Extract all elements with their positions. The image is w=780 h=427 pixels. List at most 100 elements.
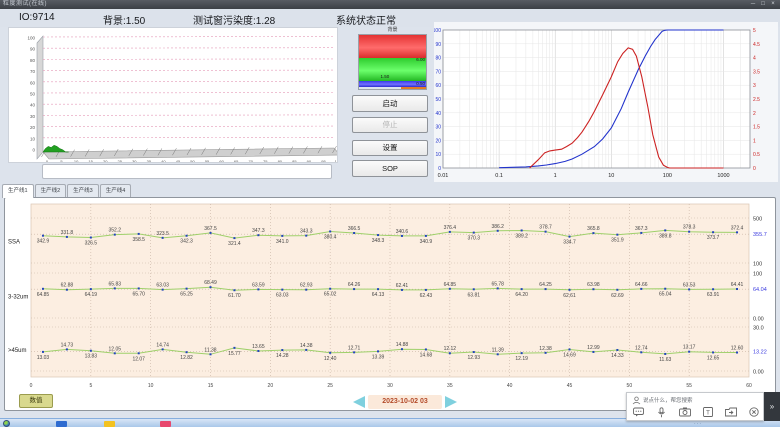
svg-text:64.20: 64.20 — [515, 292, 528, 298]
trend-right-axis-2: 30.00.0013.22 — [753, 326, 767, 376]
system-tray[interactable]: ··· — [694, 421, 702, 427]
svg-text:63.98: 63.98 — [587, 282, 600, 288]
svg-text:376.4: 376.4 — [444, 225, 457, 231]
svg-text:0: 0 — [30, 383, 33, 389]
stop-button[interactable]: 停止 — [352, 117, 428, 133]
toolbar-expand-handle[interactable]: » — [764, 392, 780, 421]
svg-text:3.5: 3.5 — [753, 69, 760, 75]
svg-text:12.12: 12.12 — [444, 346, 457, 352]
svg-text:90: 90 — [30, 47, 36, 52]
svg-text:13.39: 13.39 — [372, 354, 385, 360]
gauge-current-value: 1.50 — [380, 74, 389, 79]
gauge-lower-limit: 0.50 — [416, 81, 425, 86]
svg-text:64.85: 64.85 — [37, 292, 50, 298]
sop-button[interactable]: SOP — [352, 160, 428, 177]
taskbar-app-blue[interactable] — [56, 421, 67, 427]
svg-text:75: 75 — [263, 159, 268, 163]
svg-text:61.70: 61.70 — [228, 293, 241, 299]
svg-text:80: 80 — [278, 159, 283, 163]
svg-text:386.2: 386.2 — [491, 224, 504, 230]
svg-text:20: 20 — [103, 159, 108, 163]
screenshot-icon[interactable] — [678, 406, 691, 418]
svg-text:65.83: 65.83 — [109, 281, 122, 287]
svg-text:13.83: 13.83 — [85, 354, 98, 360]
svg-text:40: 40 — [435, 111, 441, 117]
start-button-orb[interactable] — [3, 420, 10, 427]
settings-button[interactable]: 设置 — [352, 140, 428, 156]
minimize-button[interactable]: ─ — [748, 0, 758, 9]
svg-text:50: 50 — [627, 383, 633, 389]
taskbar-app-yellow[interactable] — [104, 421, 115, 427]
svg-text:12.05: 12.05 — [109, 346, 122, 352]
svg-text:62.61: 62.61 — [563, 293, 576, 299]
svg-text:12.07: 12.07 — [132, 356, 145, 362]
svg-text:65.04: 65.04 — [659, 292, 672, 298]
svg-text:10: 10 — [74, 159, 79, 163]
tab-production-line-3[interactable]: 生产线3 — [67, 184, 99, 197]
svg-text:343.3: 343.3 — [300, 229, 313, 235]
svg-text:12.38: 12.38 — [539, 346, 552, 352]
application-window: 粒度测试(在线) ─□× IO:9714 背景:1.50 测试窗污染度:1.28… — [0, 0, 780, 427]
progress-strip — [42, 164, 332, 179]
svg-text:334.7: 334.7 — [563, 240, 576, 246]
previous-date-arrow[interactable] — [353, 396, 365, 408]
start-button[interactable]: 启动 — [352, 95, 428, 112]
svg-text:3-32um: 3-32um — [8, 295, 28, 301]
tab-production-line-2[interactable]: 生产线2 — [35, 184, 67, 197]
svg-text:90: 90 — [435, 42, 441, 48]
svg-text:60: 60 — [219, 159, 224, 163]
svg-text:365.8: 365.8 — [587, 226, 600, 232]
svg-text:500: 500 — [753, 217, 762, 223]
svg-text:0.1: 0.1 — [495, 173, 503, 179]
assistant-icon — [632, 396, 641, 405]
svg-text:5: 5 — [60, 159, 63, 163]
svg-text:30: 30 — [132, 159, 137, 163]
svg-text:64.41: 64.41 — [731, 282, 744, 288]
svg-text:25: 25 — [118, 159, 123, 163]
share-folder-icon[interactable] — [724, 406, 737, 418]
svg-text:3: 3 — [753, 83, 756, 89]
svg-text:5: 5 — [89, 383, 92, 389]
svg-text:12.40: 12.40 — [324, 356, 337, 362]
svg-text:0: 0 — [32, 148, 35, 153]
close-button[interactable]: × — [768, 0, 778, 9]
svg-text:4: 4 — [753, 56, 756, 62]
svg-text:321.4: 321.4 — [228, 241, 241, 247]
distribution-chart: 010203040506070809010000.511.522.533.544… — [434, 22, 778, 182]
svg-text:85: 85 — [292, 159, 297, 163]
svg-text:SSA: SSA — [8, 240, 20, 246]
tab-production-line-4[interactable]: 生产线4 — [100, 184, 132, 197]
svg-text:63.03: 63.03 — [276, 293, 289, 299]
svg-text:0: 0 — [438, 166, 441, 172]
svg-text:10: 10 — [608, 173, 614, 179]
taskbar-app-pink[interactable] — [160, 421, 171, 427]
tab-production-line-1[interactable]: 生产线1 — [2, 184, 34, 198]
microphone-icon[interactable] — [655, 406, 668, 418]
svg-text:11.39: 11.39 — [492, 347, 504, 353]
svg-text:15: 15 — [88, 159, 93, 163]
svg-text:331.8: 331.8 — [61, 230, 74, 236]
svg-text:14.33: 14.33 — [611, 353, 624, 359]
svg-text:367.3: 367.3 — [635, 226, 648, 232]
comment-icon[interactable] — [632, 406, 645, 418]
svg-text:20: 20 — [268, 383, 274, 389]
maximize-button[interactable]: □ — [758, 0, 768, 9]
svg-text:80: 80 — [435, 56, 441, 62]
svg-text:50: 50 — [190, 159, 195, 163]
background-value: 背景:1.50 — [103, 12, 145, 27]
svg-text:62.41: 62.41 — [396, 283, 409, 289]
svg-text:389.2: 389.2 — [515, 233, 528, 239]
svg-text:100: 100 — [27, 36, 35, 41]
svg-text:378.3: 378.3 — [683, 225, 696, 231]
svg-text:30: 30 — [435, 125, 441, 131]
svg-text:342.3: 342.3 — [180, 239, 193, 245]
value-button[interactable]: 数值 — [19, 394, 53, 408]
close-toolbar-icon[interactable] — [747, 406, 760, 418]
svg-text:340.9: 340.9 — [420, 239, 433, 245]
text-input-icon[interactable]: T — [701, 406, 714, 418]
svg-text:12.19: 12.19 — [515, 356, 528, 362]
svg-text:100: 100 — [663, 173, 672, 179]
gauge-green-zone — [359, 58, 426, 81]
next-date-arrow[interactable] — [445, 396, 457, 408]
production-line-tabs: 生产线1 生产线2 生产线3 生产线4 — [2, 184, 132, 197]
